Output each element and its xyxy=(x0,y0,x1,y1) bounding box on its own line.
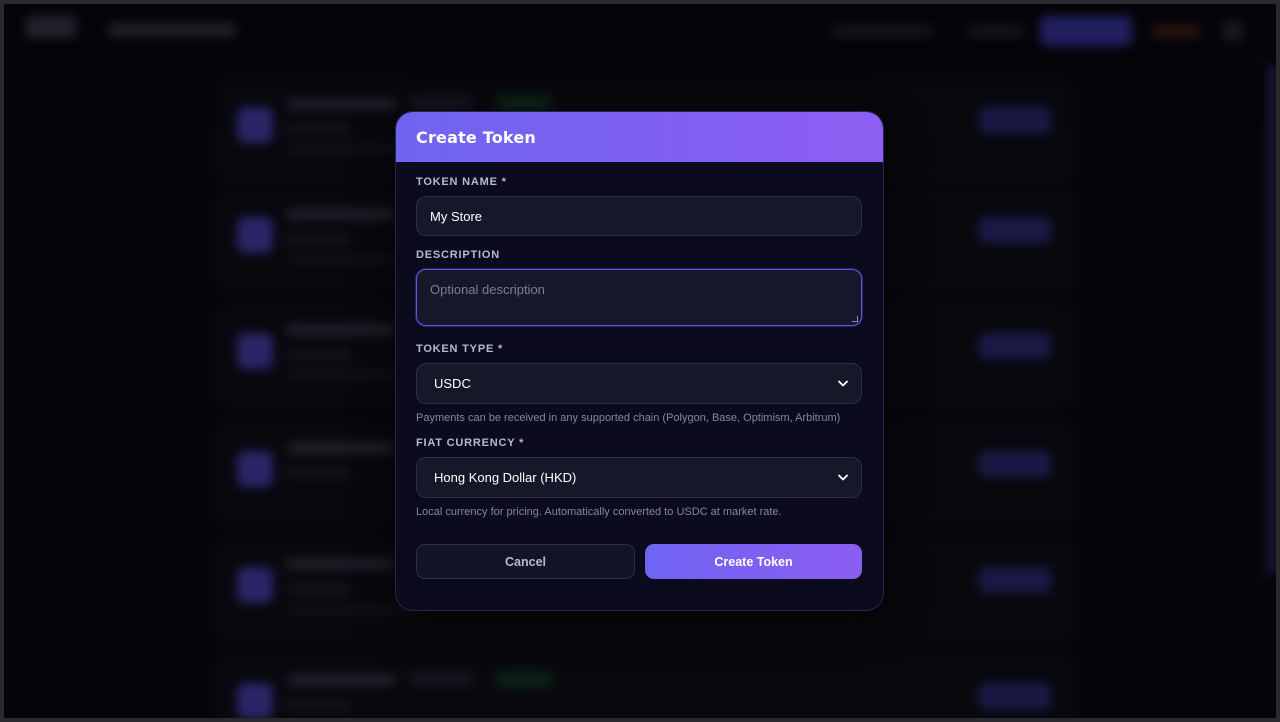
token-name-value: My Store xyxy=(430,208,483,224)
token-type-select[interactable]: USDC xyxy=(416,363,862,404)
app-window: Create Token TOKEN NAME * My Store DESCR… xyxy=(4,4,1276,718)
modal-actions: Cancel Create Token xyxy=(416,544,863,579)
token-type-label: TOKEN TYPE * xyxy=(416,343,504,355)
chevron-down-icon xyxy=(837,378,849,390)
token-name-input[interactable]: My Store xyxy=(416,196,862,236)
background-title xyxy=(108,24,236,36)
background-logo xyxy=(26,16,76,38)
token-type-hint: Payments can be received in any supporte… xyxy=(416,412,841,424)
background-scrollbar xyxy=(1270,64,1274,574)
description-placeholder: Optional description xyxy=(430,282,545,297)
background-primary-button xyxy=(1040,16,1132,46)
create-token-modal: Create Token TOKEN NAME * My Store DESCR… xyxy=(395,111,884,611)
fiat-currency-label: FIAT CURRENCY * xyxy=(416,437,525,449)
background-avatar xyxy=(1222,20,1244,42)
background-logout-link xyxy=(1152,26,1200,36)
modal-title: Create Token xyxy=(416,127,536,147)
background-header xyxy=(4,4,1276,60)
token-type-selected: USDC xyxy=(434,376,471,391)
modal-header: Create Token xyxy=(396,112,883,162)
background-nav-item xyxy=(968,26,1024,36)
background-token-card xyxy=(216,654,1074,718)
chevron-down-icon xyxy=(837,472,849,484)
fiat-currency-hint: Local currency for pricing. Automaticall… xyxy=(416,506,782,518)
description-label: DESCRIPTION xyxy=(416,249,500,261)
cancel-button[interactable]: Cancel xyxy=(416,544,635,579)
token-name-label: TOKEN NAME * xyxy=(416,176,507,188)
resize-grip-icon[interactable] xyxy=(852,316,858,322)
create-token-button[interactable]: Create Token xyxy=(645,544,862,579)
description-textarea[interactable]: Optional description xyxy=(416,269,862,326)
fiat-currency-selected: Hong Kong Dollar (HKD) xyxy=(434,470,577,485)
modal-body: TOKEN NAME * My Store DESCRIPTION Option… xyxy=(396,162,883,579)
background-nav-item xyxy=(832,26,932,36)
fiat-currency-select[interactable]: Hong Kong Dollar (HKD) xyxy=(416,457,862,498)
